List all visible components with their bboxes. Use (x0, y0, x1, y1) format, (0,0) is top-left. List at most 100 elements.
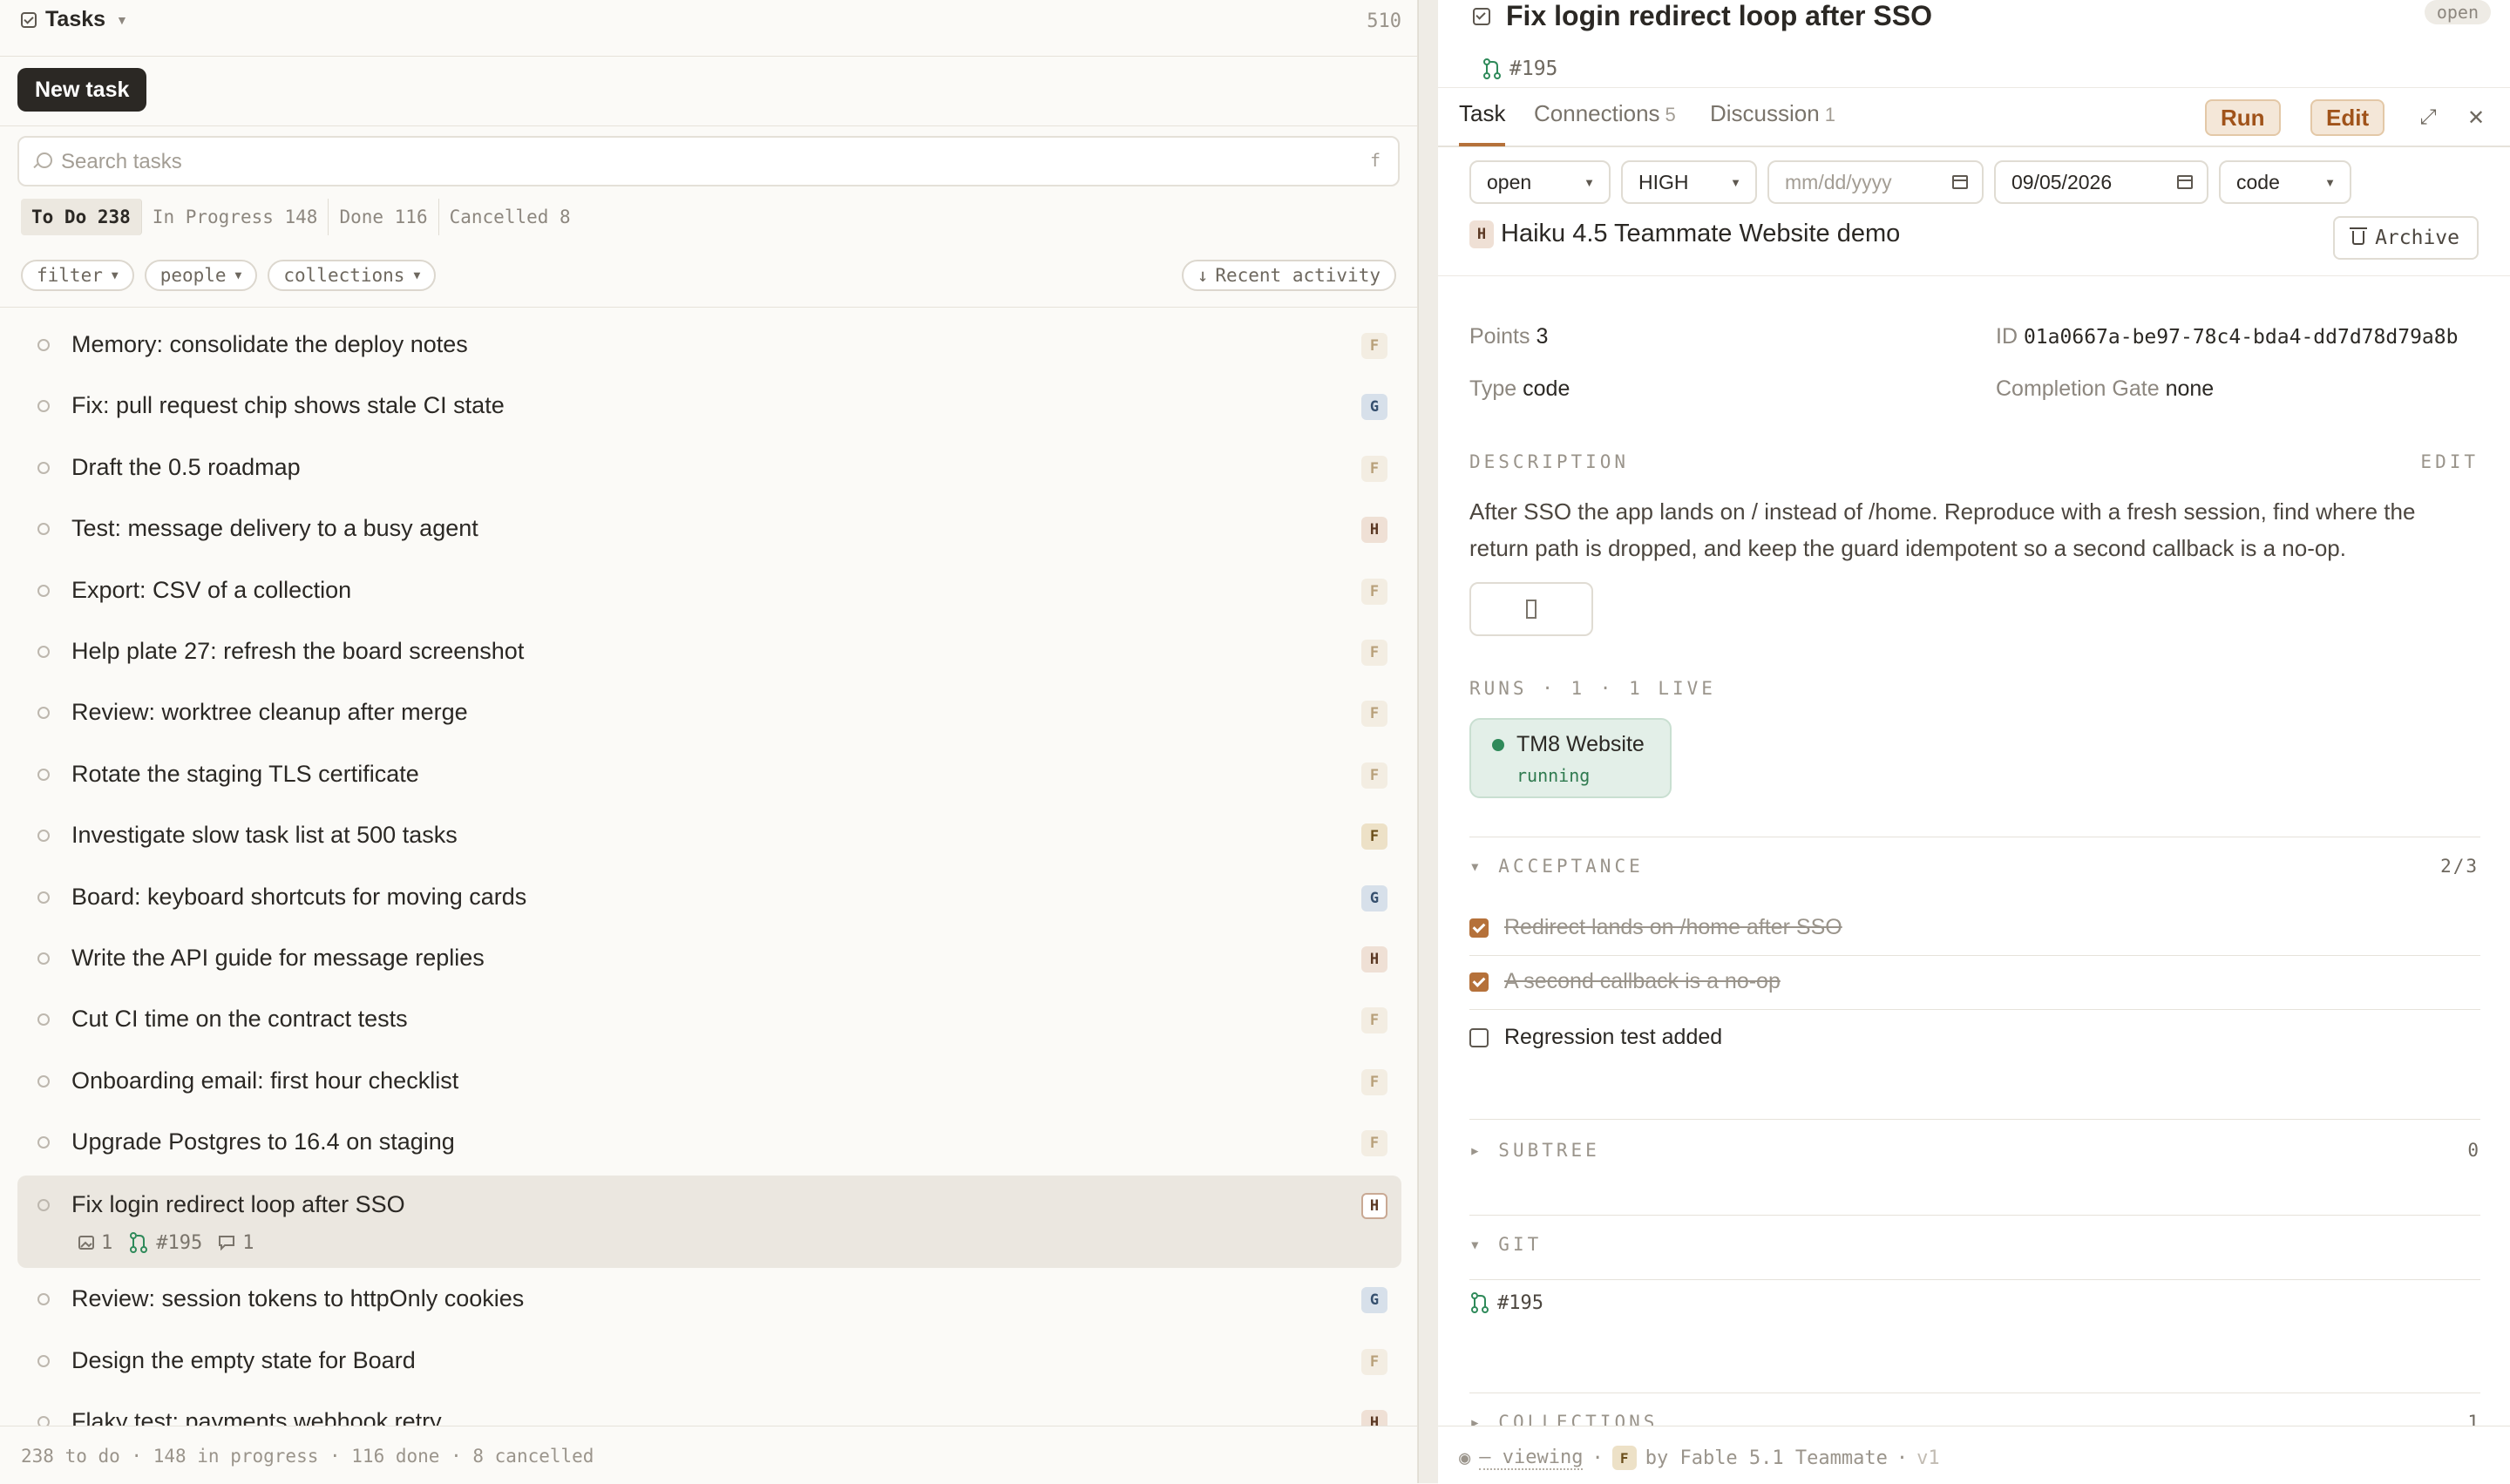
status-circle-icon[interactable] (37, 768, 50, 781)
status-badge: open (2424, 0, 2491, 24)
status-circle-icon[interactable] (37, 830, 50, 843)
divider (0, 307, 1417, 308)
task-row[interactable]: Write the API guide for message replies H (17, 929, 1401, 990)
task-row[interactable]: Onboarding email: first hour checklist F (17, 1052, 1401, 1113)
task-title: Memory: consolidate the deploy notes (71, 331, 468, 357)
start-date-input[interactable]: mm/dd/yyyy (1767, 160, 1984, 204)
task-title: Rotate the staging TLS certificate (71, 760, 419, 787)
detail-footer: ◉ — viewing · F by Fable 5.1 Teammate · … (1438, 1426, 2510, 1484)
task-row[interactable]: Flaky test: payments webhook retry H (17, 1393, 1401, 1426)
status-circle-icon[interactable] (37, 461, 50, 474)
archive-button[interactable]: Archive (2333, 216, 2479, 260)
avatar: F (1361, 639, 1387, 666)
type-label: Type (1469, 376, 1517, 401)
chevron-down-icon: ▼ (413, 268, 421, 282)
task-row[interactable]: Cut CI time on the contract tests F (17, 990, 1401, 1051)
calendar-icon[interactable] (1952, 175, 1968, 189)
description-edit-link[interactable]: EDIT (2420, 451, 2479, 472)
status-tab-in-progress[interactable]: In Progress 148 (142, 199, 329, 235)
task-row[interactable]: Fix login redirect loop after SSO H 1 #195 1 (17, 1176, 1401, 1269)
acceptance-item-text: Regression test added (1504, 1025, 1723, 1049)
avatar: F (1361, 1348, 1387, 1375)
status-circle-icon[interactable] (37, 1293, 50, 1306)
attachment-icon (1526, 600, 1537, 619)
task-row[interactable]: Export: CSV of a collection F (17, 561, 1401, 622)
status-circle-icon[interactable] (37, 584, 50, 597)
trash-icon (2350, 227, 2368, 245)
tab-connections[interactable]: Connections 5 (1534, 100, 1676, 143)
edit-button[interactable]: Edit (2310, 99, 2385, 136)
acceptance-checkbox[interactable] (1469, 1027, 1489, 1047)
task-row[interactable]: Review: worktree cleanup after merge F (17, 683, 1401, 744)
status-tab-cancelled[interactable]: Cancelled 8 (439, 199, 581, 235)
status-circle-icon[interactable] (37, 1136, 50, 1149)
assignee-name: Haiku 4.5 Teammate (1501, 220, 1733, 247)
tab-task[interactable]: Task (1459, 100, 1506, 146)
subtree-heading[interactable]: ▸ SUBTREE (1469, 1140, 1600, 1161)
status-circle-icon[interactable] (37, 1013, 50, 1027)
new-task-button[interactable]: New task (17, 68, 147, 112)
git-pull-request-link[interactable]: #195 (1469, 1291, 1543, 1314)
search-box[interactable]: f (17, 136, 1400, 186)
status-circle-icon[interactable] (37, 339, 50, 351)
pr-meta[interactable]: #195 (128, 1231, 202, 1254)
status-tab-todo[interactable]: To Do 238 (21, 199, 142, 235)
detail-title: Fix login redirect loop after SSO (1506, 0, 1932, 31)
run-card[interactable]: TM8 Website running (1469, 718, 1672, 798)
acceptance-heading[interactable]: ▾ ACCEPTANCE (1469, 856, 1644, 877)
search-input[interactable] (59, 146, 1353, 178)
task-row[interactable]: Review: session tokens to httpOnly cooki… (17, 1270, 1401, 1331)
task-row[interactable]: Upgrade Postgres to 16.4 on staging F (17, 1113, 1401, 1174)
close-icon[interactable]: ✕ (2461, 103, 2491, 132)
task-row[interactable]: Board: keyboard shortcuts for moving car… (17, 868, 1401, 929)
project-name: Website demo (1739, 220, 1901, 247)
task-row[interactable]: Memory: consolidate the deploy notes F (17, 315, 1401, 376)
task-title: Review: session tokens to httpOnly cooki… (71, 1285, 525, 1312)
filter-chip[interactable]: filter ▼ (21, 260, 134, 291)
tasks-menu[interactable]: Tasks ▼ (21, 7, 128, 32)
tab-task-label: Task (1459, 100, 1506, 126)
status-tab-done[interactable]: Done 116 (329, 199, 439, 235)
type-select[interactable]: code ▼ (2219, 160, 2351, 204)
status-select[interactable]: open ▼ (1469, 160, 1611, 204)
acceptance-checkbox[interactable] (1469, 972, 1489, 992)
attach-button[interactable] (1469, 582, 1593, 636)
task-row[interactable]: Design the empty state for Board F (17, 1332, 1401, 1393)
attachment-count: 1 (101, 1231, 113, 1254)
acceptance-checkbox[interactable] (1469, 918, 1489, 938)
status-circle-icon[interactable] (37, 523, 50, 536)
git-pr-number: #195 (1497, 1291, 1543, 1314)
pane-resize-handle[interactable] (1418, 0, 1439, 1483)
task-row[interactable]: Test: message delivery to a busy agent H (17, 499, 1401, 560)
status-circle-icon[interactable] (37, 400, 50, 413)
collections-chip[interactable]: collections ▼ (268, 260, 437, 291)
tab-discussion[interactable]: Discussion 1 (1710, 100, 1835, 143)
calendar-icon[interactable] (2177, 175, 2193, 189)
task-row[interactable]: Investigate slow task list at 500 tasks F (17, 806, 1401, 867)
status-circle-icon[interactable] (37, 1074, 50, 1088)
status-circle-icon[interactable] (37, 891, 50, 904)
status-circle-icon[interactable] (37, 952, 50, 965)
expand-icon[interactable]: ⤢ (2413, 103, 2443, 132)
task-row[interactable]: Draft the 0.5 roadmap F (17, 438, 1401, 499)
task-row[interactable]: Rotate the staging TLS certificate F (17, 745, 1401, 806)
priority-select[interactable]: HIGH ▼ (1621, 160, 1757, 204)
due-date-input[interactable]: 09/05/2026 (1994, 160, 2208, 204)
people-chip[interactable]: people ▼ (144, 260, 258, 291)
run-button[interactable]: Run (2205, 99, 2281, 136)
sort-button[interactable]: ↓ Recent activity (1181, 260, 1396, 291)
acceptance-item: Regression test added (1469, 1025, 2480, 1050)
task-row[interactable]: Fix: pull request chip shows stale CI st… (17, 376, 1401, 437)
checkbox-icon (21, 11, 37, 28)
status-circle-icon[interactable] (37, 645, 50, 658)
status-circle-icon[interactable] (37, 1416, 50, 1426)
status-circle-icon[interactable] (37, 707, 50, 720)
assignee-row[interactable]: H Haiku 4.5 Teammate Website demo (1469, 220, 1900, 248)
status-circle-icon[interactable] (37, 1354, 50, 1367)
git-heading[interactable]: ▾ GIT (1469, 1234, 1542, 1255)
pull-request-link[interactable]: #195 (1482, 58, 1557, 80)
viewing-indicator[interactable]: — viewing (1479, 1447, 1584, 1470)
task-row[interactable]: Help plate 27: refresh the board screens… (17, 622, 1401, 683)
priority-value: HIGH (1638, 170, 1689, 193)
status-circle-icon[interactable] (37, 1199, 50, 1212)
